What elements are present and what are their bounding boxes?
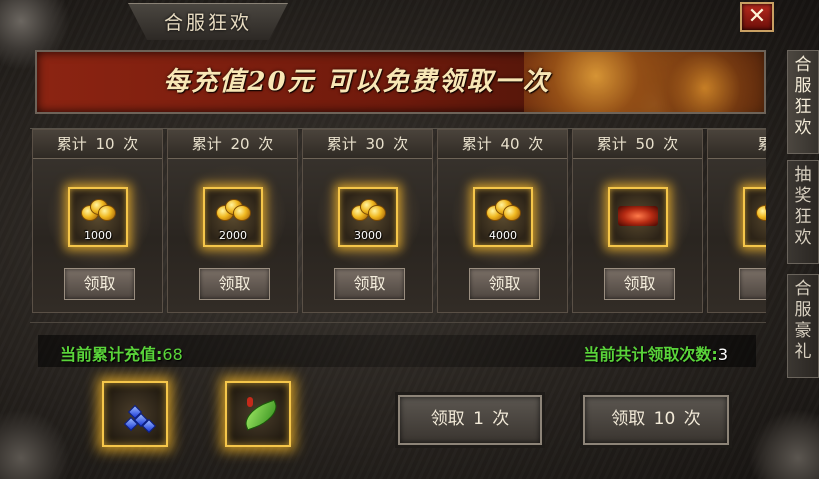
claim-button[interactable]: 领取 <box>334 268 405 300</box>
reward-amount: 3000 <box>354 229 382 242</box>
claim-button[interactable]: 领取 <box>469 268 540 300</box>
reward-card: 累计 6 领 <box>707 129 766 313</box>
reward-item-slot[interactable]: 1000 <box>68 187 128 247</box>
reward-card: 累计 30 次 3000 领取 <box>302 129 433 313</box>
reward-card-header: 累计 50 次 <box>573 130 702 159</box>
recharge-total: 当前累计充值:68 <box>60 341 183 365</box>
window-frame: 合服狂欢 ✕ 每充值20元 可以免费领取一次 合服狂欢 抽奖狂欢 合服豪礼 累计… <box>0 0 819 479</box>
claim-button[interactable]: 领取 <box>199 268 270 300</box>
reward-amount: 2000 <box>219 229 247 242</box>
claim-once-button[interactable]: 领取 1 次 <box>398 395 542 445</box>
claims-label: 当前共计领取次数: <box>583 345 718 364</box>
claim-button[interactable]: 领 <box>739 268 766 300</box>
reward-card: 累计 20 次 2000 领取 <box>167 129 298 313</box>
promo-banner: 每充值20元 可以免费领取一次 <box>35 50 766 114</box>
claim-ten-button[interactable]: 领取 10 次 <box>583 395 729 445</box>
reward-card-header: 累计 10 次 <box>33 130 162 159</box>
reward-card-header: 累计 <box>708 130 766 159</box>
gold-coins-icon <box>216 199 251 223</box>
gold-coins-icon <box>756 199 766 223</box>
banner-text: 每充值20元 可以免费领取一次 <box>163 67 551 97</box>
recharge-label: 当前累计充值: <box>60 345 163 364</box>
draw-section: 当前累计充值:68 当前共计领取次数:3 领取 1 次 领取 10 次 <box>30 322 766 473</box>
reward-item-slot[interactable]: 2000 <box>203 187 263 247</box>
reward-item-slot[interactable]: 3000 <box>338 187 398 247</box>
gold-coins-icon <box>81 199 116 223</box>
reward-item-slot[interactable] <box>225 381 291 447</box>
info-bar: 当前累计充值:68 当前共计领取次数:3 <box>38 335 756 367</box>
reward-card: 累计 40 次 4000 领取 <box>437 129 568 313</box>
reward-item-slot[interactable] <box>608 187 668 247</box>
close-button[interactable]: ✕ <box>740 2 774 32</box>
reward-card: 累计 50 次 领取 <box>572 129 703 313</box>
tab-lottery-carnival[interactable]: 抽奖狂欢 <box>787 160 819 264</box>
claims-value: 3 <box>717 345 728 364</box>
reward-amount: 4000 <box>489 229 517 242</box>
gold-coins-icon <box>486 199 521 223</box>
reward-card: 累计 10 次 1000 领取 <box>32 129 163 313</box>
tab-server-merge-gifts[interactable]: 合服豪礼 <box>787 274 819 378</box>
gold-coins-icon <box>351 199 386 223</box>
reward-item-slot[interactable] <box>102 381 168 447</box>
special-item-icon <box>618 206 658 226</box>
claim-button[interactable]: 领取 <box>604 268 675 300</box>
reward-card-header: 累计 30 次 <box>303 130 432 159</box>
claims-total: 当前共计领取次数:3 <box>583 341 728 365</box>
tab-label: 抽奖狂欢 <box>794 165 812 248</box>
claim-button[interactable]: 领取 <box>64 268 135 300</box>
reward-item-slot[interactable]: 6 <box>743 187 766 247</box>
reward-amount: 1000 <box>84 229 112 242</box>
reward-card-header: 累计 40 次 <box>438 130 567 159</box>
tab-server-merge-carnival[interactable]: 合服狂欢 <box>787 50 819 154</box>
reward-row: 累计 10 次 1000 领取 累计 20 次 2000 领取 累计 30 次 … <box>30 128 766 315</box>
tab-label: 合服豪礼 <box>794 279 812 362</box>
window-title: 合服狂欢 <box>163 12 252 34</box>
recharge-value: 68 <box>162 345 183 364</box>
reward-item-slot[interactable]: 4000 <box>473 187 533 247</box>
tab-label: 合服狂欢 <box>794 55 812 138</box>
reward-amount: 6 <box>745 229 766 242</box>
reward-card-header: 累计 20 次 <box>168 130 297 159</box>
